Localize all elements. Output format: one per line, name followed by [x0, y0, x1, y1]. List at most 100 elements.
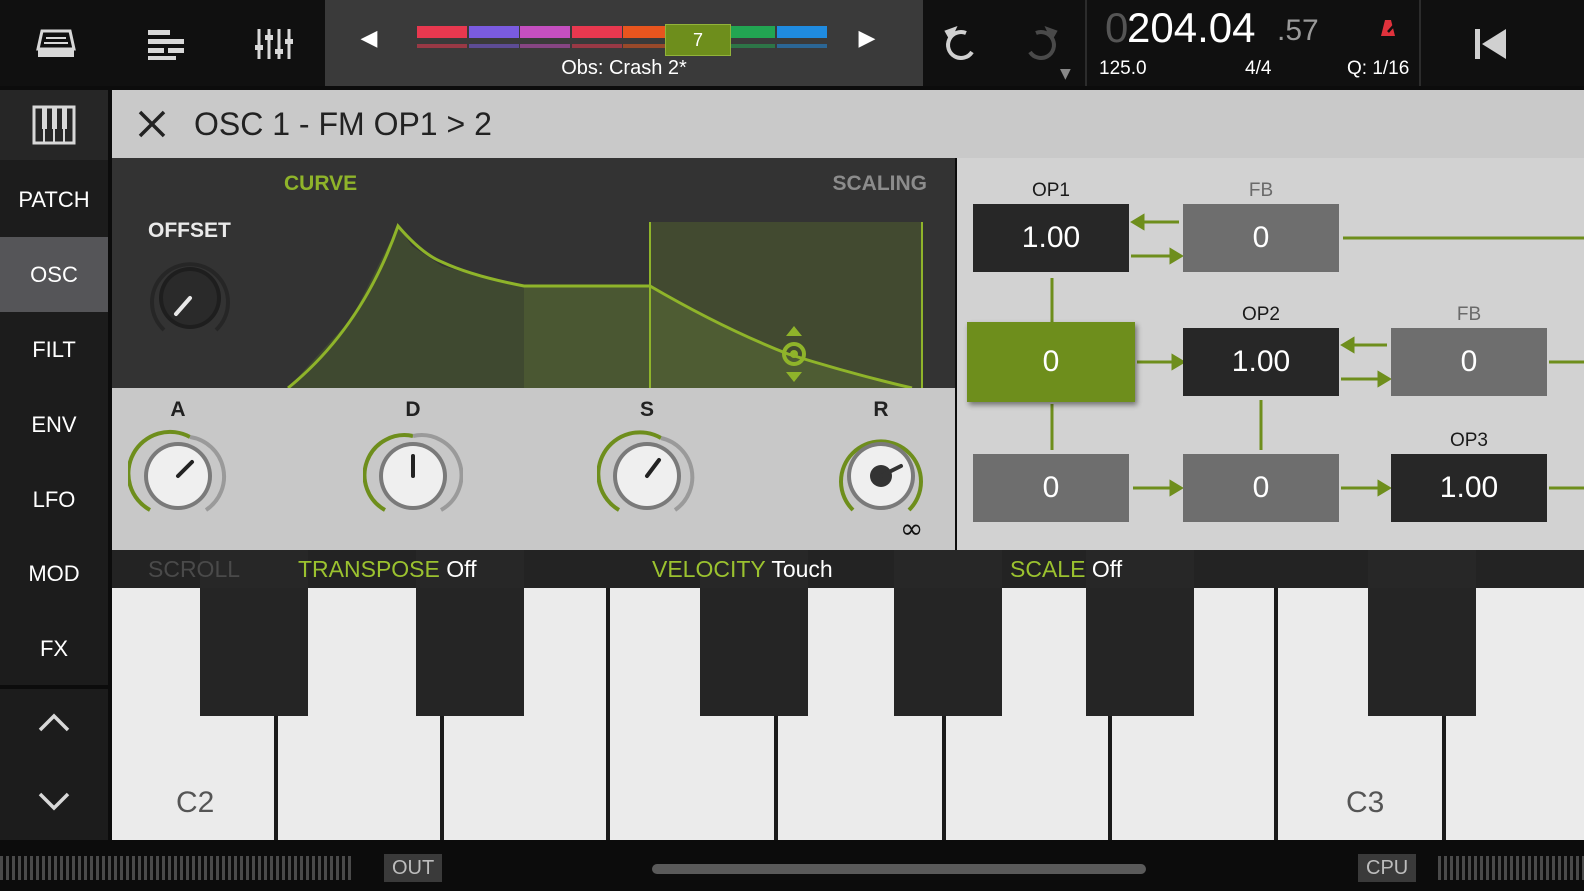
sidebar-item-mod[interactable]: MOD	[0, 536, 108, 611]
pattern-slot[interactable]	[468, 26, 519, 38]
cpu-meter	[1438, 856, 1584, 880]
undo-icon[interactable]	[930, 14, 990, 74]
op1-level[interactable]: 1.00	[973, 204, 1129, 272]
home-indicator[interactable]	[652, 864, 1146, 874]
out-label: OUT	[384, 854, 443, 882]
op2-level[interactable]: 1.00	[1183, 328, 1339, 396]
sustain-knob[interactable]	[596, 426, 697, 531]
transpose-control[interactable]: TRANSPOSE Off	[298, 556, 477, 583]
scale-control[interactable]: SCALE Off	[1010, 556, 1122, 583]
time-position: 204.04	[1127, 4, 1256, 51]
velocity-label: VELOCITY	[652, 556, 766, 582]
op2-to-op3-amount[interactable]: 0	[1183, 454, 1339, 522]
sidebar-divider	[0, 685, 108, 689]
key-label-c2: C2	[176, 786, 215, 819]
sidebar-item-filt[interactable]: FILT	[0, 312, 108, 387]
pattern-slot-underline	[417, 44, 467, 48]
pattern-slot[interactable]	[520, 26, 570, 38]
adsr-panel: A D S R ∞	[112, 388, 955, 550]
sidebar: PATCH OSC FILT ENV LFO MOD FX	[0, 90, 108, 840]
offset-knob[interactable]	[142, 250, 238, 351]
current-pattern[interactable]: 7	[665, 24, 731, 56]
op3-level[interactable]: 1.00	[1391, 454, 1547, 522]
time-lead: 0	[1105, 4, 1129, 51]
envelope-panel: CURVE SCALING OFFSET	[112, 158, 955, 388]
knob-label-decay: D	[405, 398, 421, 421]
offset-label: OFFSET	[148, 219, 231, 242]
prev-pattern-button[interactable]: ◀	[349, 20, 389, 56]
chevron-down-icon[interactable]	[34, 788, 74, 819]
transpose-label: TRANSPOSE	[298, 556, 440, 582]
tab-scaling[interactable]: SCALING	[833, 172, 928, 196]
top-bar: ◀ 7 ▶ Obs: Crash 2* ▼ 0 204.04 .57 125.0…	[0, 0, 1584, 86]
time-fraction: .57	[1277, 14, 1319, 47]
attack-knob[interactable]	[126, 426, 228, 531]
fm-algorithm-panel: OP1 1.00 FB 0 0 OP2 1.00 FB 0 0 0 OP3 1.…	[957, 158, 1584, 550]
close-icon[interactable]	[132, 104, 172, 144]
op3-label: OP3	[1449, 430, 1489, 451]
fb2-label: FB	[1456, 304, 1482, 325]
tempo[interactable]: 125.0	[1099, 58, 1147, 80]
status-bar: OUT CPU	[0, 840, 1584, 891]
velocity-value: Touch	[771, 556, 833, 582]
cpu-label: CPU	[1358, 854, 1417, 882]
op1-to-op3-amount[interactable]: 0	[973, 454, 1129, 522]
sidebar-item-osc[interactable]: OSC	[0, 237, 108, 312]
op1-to-op2-amount[interactable]: 0	[967, 322, 1135, 402]
metronome-icon[interactable]	[1377, 18, 1399, 43]
velocity-control[interactable]: VELOCITY Touch	[652, 556, 833, 583]
op1-label: OP1	[1031, 180, 1071, 201]
next-pattern-button[interactable]: ▶	[847, 20, 887, 56]
decay-knob[interactable]	[362, 426, 464, 531]
pattern-slot-underline	[520, 44, 570, 48]
keyboard[interactable]: C2 C3	[112, 550, 1584, 840]
scale-value: Off	[1091, 556, 1123, 582]
pattern-slot-underline	[468, 44, 519, 48]
pattern-slot-underline	[571, 44, 622, 48]
redo-dropdown-icon[interactable]: ▼	[1060, 66, 1071, 82]
mixer-icon[interactable]	[244, 14, 304, 74]
tab-curve[interactable]: CURVE	[284, 172, 357, 196]
knob-label-release: R	[873, 398, 889, 421]
sidebar-item-fx[interactable]: FX	[0, 611, 108, 686]
envelope-graph[interactable]	[112, 158, 955, 388]
key-label-c3: C3	[1346, 786, 1385, 819]
pattern-slot[interactable]	[731, 26, 775, 38]
knob-label-sustain: S	[639, 398, 654, 421]
song-name[interactable]: Obs: Crash 2*	[325, 57, 923, 80]
knob-label-attack: A	[170, 398, 186, 421]
fb1-level[interactable]: 0	[1183, 204, 1339, 272]
song-panel: ◀ 7 ▶ Obs: Crash 2*	[325, 0, 923, 86]
pattern-slot[interactable]	[571, 26, 622, 38]
sidebar-item-env[interactable]: ENV	[0, 387, 108, 462]
device-icon[interactable]	[26, 14, 86, 74]
transpose-value: Off	[446, 556, 477, 582]
chevron-up-icon[interactable]	[34, 710, 74, 741]
transport-display[interactable]: 0 204.04 .57 125.0 4/4 Q: 1/16	[1085, 0, 1421, 86]
redo-icon[interactable]	[1012, 14, 1072, 74]
pattern-slot-underline	[776, 44, 827, 48]
keyboard-controls: SCROLL TRANSPOSE Off VELOCITY Touch SCAL…	[112, 550, 1584, 588]
fb1-label: FB	[1248, 180, 1274, 201]
pattern-strip[interactable]: 7	[417, 24, 827, 56]
editor-header: OSC 1 - FM OP1 > 2	[112, 90, 1584, 158]
pattern-slot-underline	[731, 44, 775, 48]
tracks-icon[interactable]	[136, 14, 196, 74]
fb2-level[interactable]: 0	[1391, 328, 1547, 396]
infinity-icon: ∞	[900, 512, 924, 545]
time-signature[interactable]: 4/4	[1245, 58, 1271, 80]
scale-label: SCALE	[1010, 556, 1086, 582]
rewind-icon[interactable]	[1460, 14, 1520, 74]
pattern-slot-underline	[623, 44, 665, 48]
pattern-slot[interactable]	[417, 26, 467, 38]
piano-icon[interactable]	[0, 90, 108, 160]
editor-title: OSC 1 - FM OP1 > 2	[194, 106, 492, 142]
sidebar-item-patch[interactable]: PATCH	[0, 162, 108, 237]
scroll-toggle[interactable]: SCROLL	[148, 556, 240, 583]
op2-label: OP2	[1241, 304, 1281, 325]
quantize[interactable]: Q: 1/16	[1347, 58, 1409, 80]
pattern-slot[interactable]	[776, 26, 827, 38]
output-meter	[0, 856, 352, 880]
sidebar-item-lfo[interactable]: LFO	[0, 462, 108, 537]
pattern-slot[interactable]	[623, 26, 665, 38]
